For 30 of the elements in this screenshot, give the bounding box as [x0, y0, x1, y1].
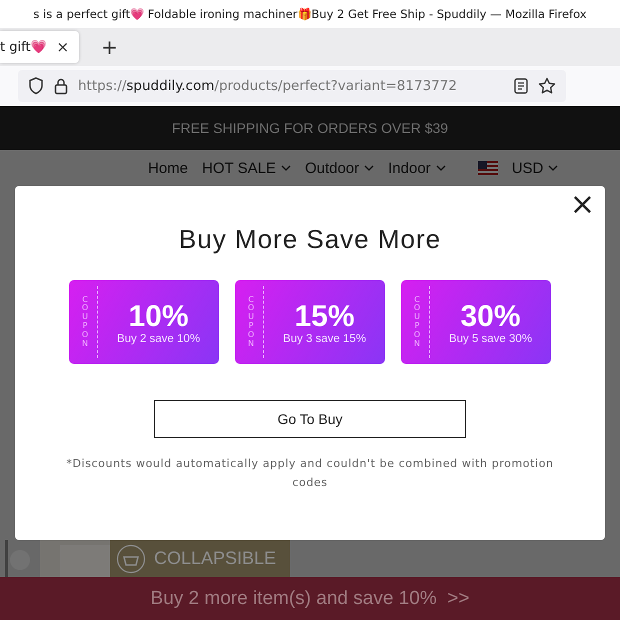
bookmark-star-icon[interactable]: [538, 77, 556, 95]
shield-icon: [28, 77, 44, 95]
coupon-label: COUPON: [247, 296, 255, 348]
discount-amount: 15%: [294, 300, 355, 332]
caret-icon: [548, 165, 558, 171]
discount-caption: Buy 3 save 15%: [282, 332, 366, 344]
caret-icon: [364, 165, 374, 171]
discount-caption: Buy 5 save 30%: [448, 332, 532, 344]
discount-note: *Discounts would automatically apply and couldn't be combined with promotion codes: [65, 456, 555, 491]
coupon-label: COUPON: [81, 296, 89, 348]
lock-icon: [54, 77, 68, 95]
close-button[interactable]: ×: [570, 190, 595, 220]
discount-amount: 10%: [128, 300, 189, 332]
dialog-title: Buy More Save More: [178, 224, 442, 255]
new-tab-button[interactable]: +: [101, 35, 118, 59]
announcement-bar: FREE SHIPPING FOR ORDERS OVER $39: [0, 106, 620, 150]
window-title: s is a perfect gift💗 Foldable ironing machiner🎁Buy 2 Get Free Ship - Spuddily — Mozilla Firefox: [33, 7, 587, 21]
badge-label: COLLAPSIBLE: [154, 548, 276, 569]
go-to-buy-button[interactable]: Go To Buy: [154, 400, 466, 438]
reader-view-icon[interactable]: [514, 78, 528, 94]
coupon-label: COUPON: [413, 296, 421, 348]
close-icon[interactable]: ×: [56, 38, 70, 56]
discount-caption: Buy 2 save 10%: [116, 332, 200, 344]
flag-icon: [478, 161, 498, 175]
browser-tab[interactable]: t gift💗 ×: [0, 31, 80, 63]
address-bar[interactable]: https://spuddily.com/products/perfect?variant=8173772: [18, 70, 566, 102]
caret-icon: [280, 165, 291, 171]
caret-icon: [436, 165, 446, 171]
discount-amount: 30%: [460, 300, 521, 332]
basket-icon: [116, 544, 146, 574]
